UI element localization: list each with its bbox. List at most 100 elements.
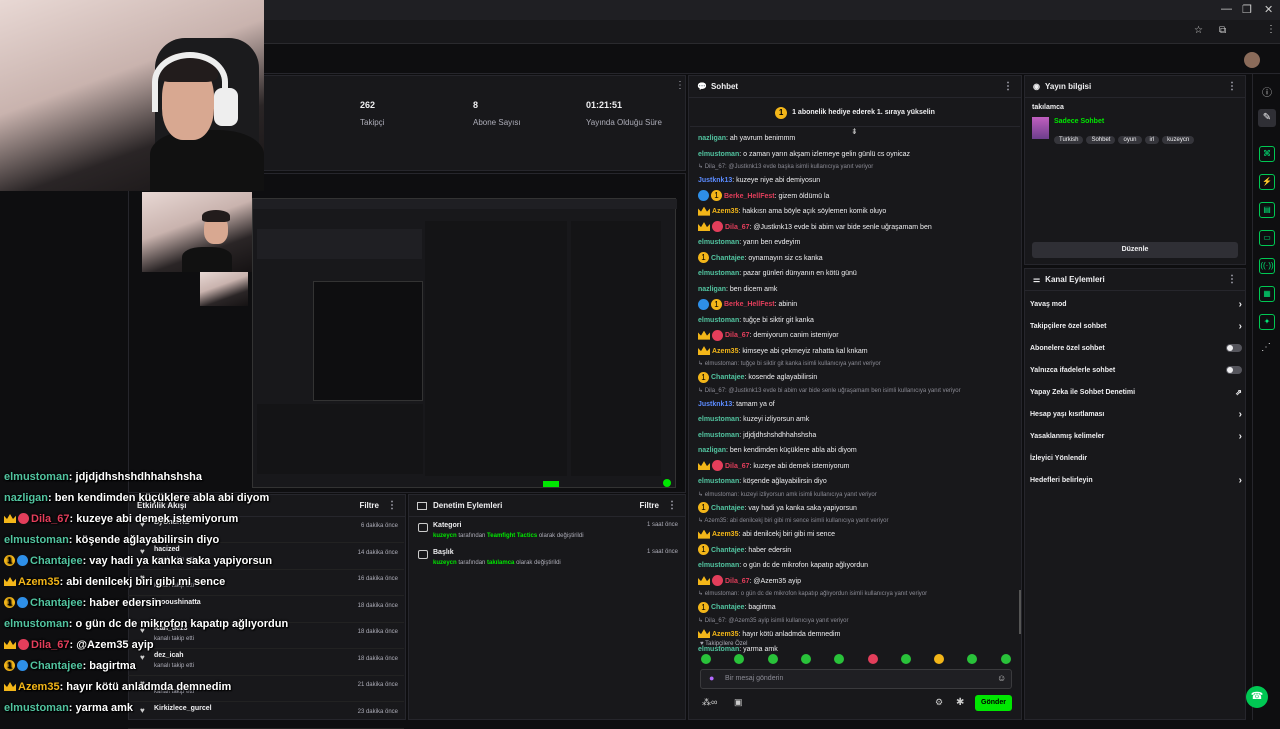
chat-username[interactable]: Chantajee	[711, 547, 744, 554]
category-name[interactable]: Sadece Sohbet	[1054, 118, 1104, 125]
chat-input[interactable]: ● Bir mesaj gönderin ☺	[700, 669, 1012, 689]
chat-username[interactable]: elmustoman	[698, 416, 739, 423]
tag-pill[interactable]: irl	[1144, 136, 1160, 144]
chat-username[interactable]: Dila_67	[725, 332, 750, 339]
chat-username[interactable]: elmustoman	[698, 562, 739, 569]
chat-username[interactable]: nazligan	[698, 135, 726, 142]
chat-username[interactable]: Dila_67	[725, 578, 750, 585]
chat-message[interactable]: Azem35: hayır kötü anladmda demnedim	[698, 627, 1018, 642]
support-chat-button[interactable]: ☎	[1246, 686, 1268, 708]
chat-message[interactable]: 1 Berke_HellFest: gizem öldümü la	[698, 189, 1018, 204]
chat-username[interactable]: Chantajee	[711, 255, 744, 262]
channel-action-row[interactable]: İzleyici Yönlendir	[1030, 447, 1242, 469]
chat-message[interactable]: Dila_67: @Azem35 ayip	[698, 574, 1018, 589]
emote-icon[interactable]	[867, 654, 878, 664]
more-icon[interactable]: ⋮	[1003, 81, 1013, 92]
chat-username[interactable]: elmustoman	[698, 151, 739, 158]
edit-button[interactable]: Düzenle	[1032, 242, 1238, 258]
chat-message[interactable]: 1 Berke_HellFest: abinin	[698, 297, 1018, 312]
toggle-switch[interactable]	[1226, 366, 1242, 374]
chat-username[interactable]: Justknk13	[698, 177, 732, 184]
menu-icon[interactable]: ⋮	[1266, 24, 1276, 35]
minimize-icon[interactable]: —	[1221, 3, 1232, 15]
chat-message[interactable]: elmustoman: köşende ağlayabilirsin diyo	[698, 474, 1018, 489]
gift-box-icon[interactable]: ▣	[734, 697, 743, 708]
chat-username[interactable]: elmustoman	[698, 317, 739, 324]
channel-action-row[interactable]: Yapay Zeka ile Sohbet Denetimi ⇗	[1030, 381, 1242, 403]
moderation-actor[interactable]: kuzeycn	[433, 560, 457, 566]
chat-message[interactable]: elmustoman: pazar günleri dünyanın en kö…	[698, 266, 1018, 281]
more-icon[interactable]: ⋮	[387, 500, 397, 511]
activity-item[interactable]: ♥ dez_icah kanalı takip etti 18 dakika önce	[128, 650, 404, 676]
toggle-switch[interactable]	[1226, 344, 1242, 352]
broadcast-icon[interactable]: ((·))	[1259, 258, 1275, 274]
channel-action-row[interactable]: Yalnızca ifadelerle sohbet	[1030, 359, 1242, 381]
chat-message[interactable]: 1 Chantajee: haber edersin	[698, 543, 1018, 558]
chat-username[interactable]: Berke_HellFest	[724, 301, 775, 308]
chat-username[interactable]: nazligan	[698, 286, 726, 293]
chat-username[interactable]: nazligan	[698, 447, 726, 454]
chat-username[interactable]: Chantajee	[711, 505, 744, 512]
edit-pencil-icon[interactable]: ✎	[1258, 109, 1276, 127]
chat-message[interactable]: elmustoman: kuzeyi izliyorsun amk	[698, 412, 1018, 427]
grid-icon[interactable]: ▦	[1259, 286, 1275, 302]
filter-button[interactable]: Filtre	[639, 501, 659, 510]
moderation-actor[interactable]: kuzeycn	[433, 533, 457, 539]
tag-pill[interactable]: oyun	[1118, 136, 1142, 144]
channel-action-row[interactable]: Takipçilere özel sohbet ›	[1030, 315, 1242, 337]
channel-action-row[interactable]: Yasaklanmış kelimeler ›	[1030, 425, 1242, 447]
mod-tools-icon[interactable]: ✱	[956, 697, 964, 708]
chat-message[interactable]: 1 Chantajee: bagirtma	[698, 600, 1018, 615]
emote-icon[interactable]	[767, 654, 778, 664]
chat-message[interactable]: Dila_67: @Justknk13 evde bi abim var bid…	[698, 220, 1018, 235]
send-button[interactable]: Gönder	[975, 695, 1012, 711]
chat-message[interactable]: 1 Chantajee: kosende aglayabilirsin	[698, 370, 1018, 385]
chat-message[interactable]: Dila_67: demiyorum canim istemiyor	[698, 328, 1018, 343]
chat-username[interactable]: elmustoman	[698, 432, 739, 439]
channel-action-row[interactable]: Hesap yaşı kısıtlaması ›	[1030, 403, 1242, 425]
emote-icon[interactable]	[1000, 654, 1011, 664]
chat-bubble-icon[interactable]: ▭	[1259, 230, 1275, 246]
chat-username[interactable]: Berke_HellFest	[724, 193, 775, 200]
chat-username[interactable]: Chantajee	[711, 604, 744, 611]
chat-message[interactable]: Azem35: kimseye abi çekmeyiz rahatta kal…	[698, 344, 1018, 359]
chat-username[interactable]: Chantajee	[711, 374, 744, 381]
share-icon[interactable]: ⋰	[1261, 342, 1271, 353]
chat-username[interactable]: Dila_67	[725, 463, 750, 470]
extensions-icon[interactable]: ⧉	[1219, 25, 1226, 36]
restore-icon[interactable]: ❐	[1242, 3, 1252, 16]
chat-message[interactable]: elmustoman: o gün dc de mikrofon kapatıp…	[698, 558, 1018, 573]
channel-action-row[interactable]: Hedefleri belirleyin ›	[1030, 469, 1242, 491]
chat-message[interactable]: nazligan: ben dicem amk	[698, 282, 1018, 297]
channel-action-row[interactable]: Abonelere özel sohbet	[1030, 337, 1242, 359]
more-icon[interactable]: ⋮	[1227, 274, 1237, 285]
emote-icon[interactable]	[701, 654, 711, 664]
chat-message[interactable]: nazligan: ah yavrum benimmm	[698, 131, 1018, 146]
points-icon[interactable]: ⁂∞	[702, 697, 717, 708]
wrench-icon[interactable]: ✦	[1259, 314, 1275, 330]
chat-message[interactable]: Azem35: hakkısn ama böyle açık söylemen …	[698, 204, 1018, 219]
chat-message[interactable]: 1 Chantajee: vay hadi ya kanka saka yapiy…	[698, 501, 1018, 516]
chat-username[interactable]: Azem35	[712, 531, 738, 538]
more-icon[interactable]: ⋮	[1227, 81, 1237, 92]
chat-message[interactable]: elmustoman: o zaman yarın akşam izlemeye…	[698, 147, 1018, 162]
filter-button[interactable]: Filtre	[359, 501, 379, 510]
bookmark-icon[interactable]: ☆	[1194, 25, 1203, 36]
more-icon[interactable]: ⋮	[675, 80, 685, 91]
settings-icon[interactable]: ⚙	[935, 697, 943, 708]
camera-icon[interactable]: ⌘	[1259, 146, 1275, 162]
gift-banner[interactable]: 1 1 abonelik hediye ederek 1. sıraya yük…	[690, 99, 1020, 127]
chat-username[interactable]: Azem35	[712, 348, 738, 355]
chat-message[interactable]: nazligan: ben kendimden küçüklere abla a…	[698, 443, 1018, 458]
emote-icon[interactable]	[800, 654, 811, 664]
chat-message[interactable]: elmustoman: yarın ben evdeyim	[698, 235, 1018, 250]
chat-message[interactable]: Azem35: abi denilcekj biri gibi mi sence	[698, 527, 1018, 542]
chat-username[interactable]: Azem35	[712, 208, 738, 215]
chat-username[interactable]: elmustoman	[698, 646, 739, 653]
chat-username[interactable]: Justknk13	[698, 401, 732, 408]
tag-pill[interactable]: kuzeycn	[1162, 136, 1195, 144]
chat-message[interactable]: Justknk13: tamam ya of	[698, 397, 1018, 412]
lightning-icon[interactable]: ⚡	[1259, 174, 1275, 190]
scrollbar[interactable]	[1019, 590, 1021, 634]
chat-message[interactable]: Dila_67: kuzeye abi demek istemiyorum	[698, 459, 1018, 474]
